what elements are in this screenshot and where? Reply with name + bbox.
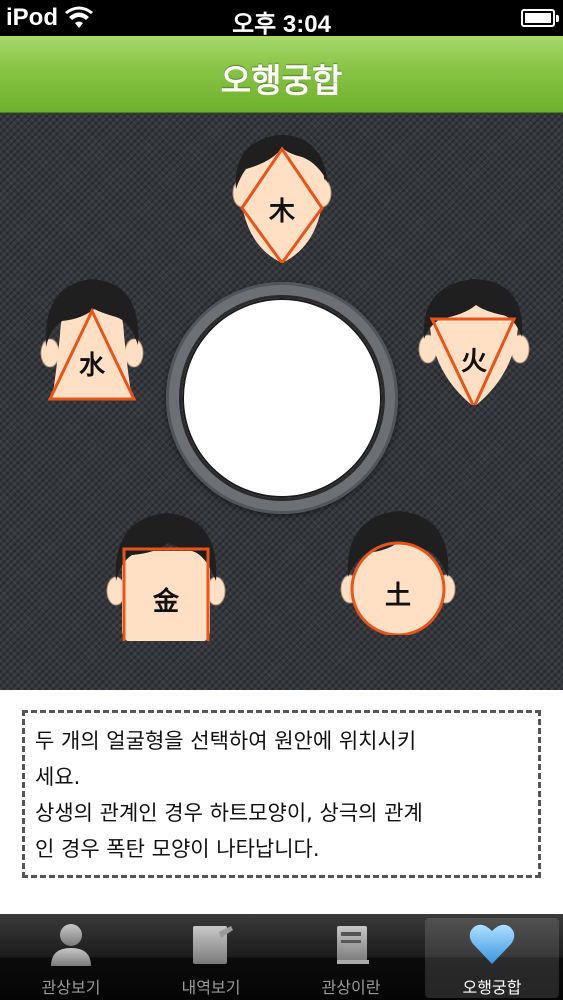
circle-face-icon xyxy=(340,511,456,635)
instruction-text: 두 개의 얼굴형을 선택하여 원안에 위치시키 세요. 상생의 관계인 경우 하… xyxy=(35,729,423,861)
tab-history[interactable]: 내역보기 xyxy=(144,918,278,998)
center-slot-inner xyxy=(182,298,382,498)
face-selection-area: 木 火 土 金 水 xyxy=(0,113,563,690)
person-icon xyxy=(51,924,91,966)
navigation-bar: 오행궁합 xyxy=(0,36,563,113)
instruction-panel: 두 개의 얼굴형을 선택하여 원안에 위치시키 세요. 상생의 관계인 경우 하… xyxy=(0,690,563,914)
instruction-box: 두 개의 얼굴형을 선택하여 원안에 위치시키 세요. 상생의 관계인 경우 하… xyxy=(22,710,541,878)
tab-bar: 관상보기 내역보기 관상이란 오행궁합 xyxy=(0,914,563,1000)
heart-icon xyxy=(469,924,515,964)
tab-label: 내역보기 xyxy=(181,978,241,997)
notepad-icon xyxy=(193,926,233,964)
face-wood-diamond[interactable]: 木 xyxy=(222,133,342,263)
face-water-triangle[interactable]: 水 xyxy=(32,275,152,405)
tab-face-reading[interactable]: 관상보기 xyxy=(4,918,138,998)
face-element-label: 金 xyxy=(152,587,179,617)
face-element-label: 木 xyxy=(268,197,295,227)
face-metal-square[interactable]: 金 xyxy=(106,511,226,641)
face-element-label: 火 xyxy=(460,347,487,377)
tab-about[interactable]: 관상이란 xyxy=(284,918,418,998)
triangle-face-icon xyxy=(40,279,144,401)
book-icon xyxy=(337,926,369,964)
tab-label: 오행궁합 xyxy=(462,978,522,997)
face-element-label: 土 xyxy=(384,581,411,611)
battery-icon xyxy=(521,9,559,27)
tab-label: 관상보기 xyxy=(41,978,101,997)
tab-five-elements-match[interactable]: 오행궁합 xyxy=(425,918,559,998)
clock-label: 오후 3:04 xyxy=(232,11,331,38)
page-title: 오행궁합 xyxy=(220,61,343,100)
center-drop-slot[interactable] xyxy=(166,282,398,514)
face-earth-circle[interactable]: 土 xyxy=(338,505,458,635)
inverted-triangle-face-icon xyxy=(418,279,530,405)
face-element-label: 水 xyxy=(78,351,105,381)
tab-label: 관상이란 xyxy=(321,978,381,997)
status-bar: iPod 오후 3:04 xyxy=(0,0,563,38)
face-fire-inverted-triangle[interactable]: 火 xyxy=(414,275,534,405)
square-face-icon xyxy=(106,513,226,641)
